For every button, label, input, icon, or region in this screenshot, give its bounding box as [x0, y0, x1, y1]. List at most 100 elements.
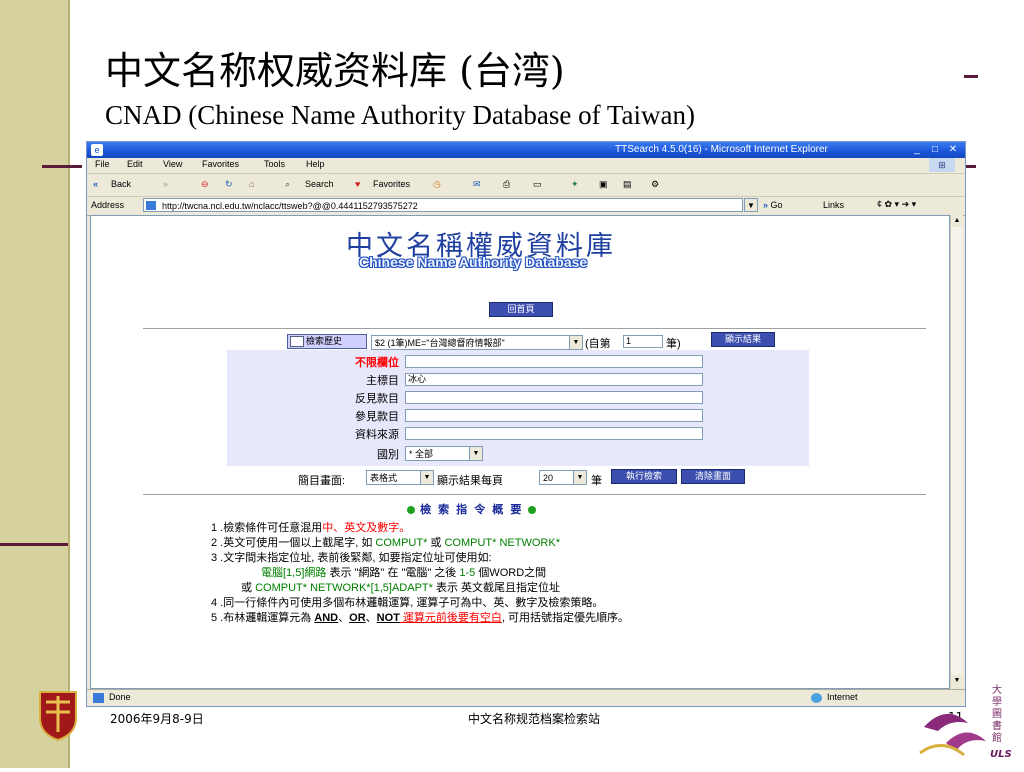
accent-line-bottom: [0, 543, 68, 546]
accent-line-top-right: [964, 75, 978, 78]
from-label: (自第: [585, 338, 611, 350]
history-select[interactable]: $2 (1筆)ME="台灣總督府情報部" ▼: [371, 335, 583, 350]
show-results-button[interactable]: 顯示結果: [711, 332, 775, 347]
go-label: Go: [770, 200, 783, 210]
per-page-select[interactable]: 20 ▼: [539, 470, 587, 485]
back-icon[interactable]: «: [93, 179, 98, 189]
slide-sidebar: [0, 0, 68, 768]
accent-line-top: [42, 165, 82, 168]
go-button[interactable]: » Go: [763, 200, 783, 210]
maximize-icon[interactable]: □: [927, 143, 943, 157]
library-logo-mark: ULS: [990, 749, 1012, 760]
guide-line-5: 或 COMPUT* NETWORK*[1,5]ADAPT* 表示 英文截尾且指定…: [241, 579, 560, 595]
library-logo: 大學圖書館 ULS: [916, 683, 1024, 768]
menu-edit[interactable]: Edit: [127, 159, 143, 169]
guide-l6: 4 .同一行條件內可使用多個布林邏輯運算, 運算子可為中、英、數字及檢索策略。: [211, 597, 604, 609]
menu-file[interactable]: File: [95, 159, 110, 169]
research-icon[interactable]: ▣: [599, 179, 608, 190]
toolbar: « Back » ⊖ ↻ ⌂ ⌕ Search ♥ Favorites ◷ ✉ …: [87, 174, 965, 197]
field-input-source[interactable]: [405, 427, 703, 440]
guide-l7-b: 運算元前後要有空白: [399, 612, 502, 624]
forward-icon[interactable]: »: [163, 179, 168, 189]
guide-title-text: 檢 索 指 令 概 要: [420, 504, 524, 516]
slide-sidebar-rule: [68, 0, 70, 768]
field-input-see[interactable]: [405, 391, 703, 404]
refresh-icon[interactable]: ↻: [225, 179, 233, 190]
messenger-icon[interactable]: ▤: [623, 179, 632, 190]
divider-top: [143, 328, 926, 329]
field-label-see: 反見款目: [355, 393, 399, 405]
close-icon[interactable]: ✕: [945, 143, 961, 157]
home-page-button[interactable]: 回首頁: [489, 302, 553, 317]
windows-logo-icon: ⊞: [929, 158, 955, 172]
guide-l4-a: 電腦[1,5]網路: [261, 567, 327, 579]
home-icon[interactable]: ⌂: [249, 179, 254, 189]
minimize-icon[interactable]: _: [909, 143, 925, 157]
divider-bottom: [143, 494, 926, 495]
back-button[interactable]: Back: [111, 179, 131, 189]
search-button[interactable]: Search: [305, 179, 334, 189]
history-button-label: 檢索歷史: [306, 336, 343, 346]
guide-line-2: 2 .英文可使用一個以上截尾字, 如 COMPUT* 或 COMPUT* NET…: [211, 534, 560, 550]
execute-search-button[interactable]: 執行檢索: [611, 469, 677, 484]
guide-l2-c: 或: [427, 537, 445, 549]
field-label-source: 資料來源: [355, 429, 399, 441]
go-arrow-icon: »: [763, 200, 769, 210]
favorites-button[interactable]: Favorites: [373, 179, 410, 189]
mail-icon[interactable]: ✉: [473, 179, 481, 190]
print-icon[interactable]: ⎙: [503, 179, 510, 190]
search-icon[interactable]: ⌕: [285, 179, 290, 190]
chevron-down-icon: ▼: [420, 471, 433, 484]
page-done-icon: [93, 693, 104, 703]
guide-line-3: 3 .文字間未指定位址, 表前後緊鄰, 如要指定位址可使用如:: [211, 549, 492, 565]
search-form-panel: 不限欄位 主標目 冰心 反見款目 參見款目 資料來源 國別 * 全部 ▼: [227, 350, 809, 466]
guide-line-1: 1 .檢索條件可任意混用中、英文及數字。: [211, 519, 410, 535]
footer-center: 中文名称规范档案检索站: [468, 712, 601, 726]
guide-l7-a: 5 .布林邏輯運算元為: [211, 612, 315, 624]
stop-icon[interactable]: ⊖: [201, 179, 209, 190]
edit-icon[interactable]: ▭: [533, 179, 542, 190]
bullet-right-icon: [528, 506, 537, 515]
menu-tools[interactable]: Tools: [264, 159, 285, 169]
history-icon[interactable]: ◷: [433, 179, 441, 190]
per-page-value: 20: [543, 473, 554, 483]
menu-view[interactable]: View: [163, 159, 182, 169]
clear-screen-button[interactable]: 清除畫面: [681, 469, 745, 484]
menu-help[interactable]: Help: [306, 159, 325, 169]
guide-l2-b: COMPUT*: [375, 537, 428, 549]
address-input[interactable]: http://twcna.ncl.edu.tw/nclacc/ttsweb?@@…: [143, 198, 743, 212]
university-crest-logo: [36, 688, 80, 742]
brief-select[interactable]: 表格式 ▼: [366, 470, 434, 485]
links-button[interactable]: Links: [823, 200, 844, 210]
address-label: Address: [91, 200, 125, 210]
guide-line-4: 電腦[1,5]網路 表示 "網路" 在 "電腦" 之後 1-5 個WORD之間: [261, 564, 546, 580]
menu-favorites[interactable]: Favorites: [202, 159, 239, 169]
favorites-icon[interactable]: ♥: [355, 179, 360, 189]
guide-l7-c: , 可用括號指定優先順序。: [501, 612, 630, 624]
brief-label: 簡目畫面:: [298, 475, 346, 487]
internet-zone-icon: [811, 693, 822, 703]
field-input-see-also[interactable]: [405, 409, 703, 422]
discuss-icon[interactable]: ✦: [571, 179, 579, 190]
guide-l3: 3 .文字間未指定位址, 表前後緊鄰, 如要指定位址可使用如:: [211, 552, 492, 564]
guide-l5-a: 或: [241, 582, 256, 594]
zone-text: Internet: [827, 692, 858, 702]
field-input-any[interactable]: [405, 355, 703, 368]
address-bar: Address http://twcna.ncl.edu.tw/nclacc/t…: [87, 197, 965, 216]
from-input[interactable]: 1: [623, 335, 663, 348]
country-select[interactable]: * 全部 ▼: [405, 446, 483, 461]
status-bar: Done Internet: [87, 689, 965, 706]
scroll-up-icon[interactable]: ▲: [951, 215, 963, 227]
toolbar-extras-icon[interactable]: ¢ ✿ ▾ ➔ ▾: [877, 199, 916, 210]
vertical-scrollbar[interactable]: ▲ ▼: [950, 215, 963, 687]
tools-icon[interactable]: ⚙: [651, 179, 659, 190]
count-suffix: 筆): [666, 338, 681, 350]
field-input-heading[interactable]: 冰心: [405, 373, 703, 386]
status-text: Done: [109, 692, 131, 702]
guide-title: 檢 索 指 令 概 要: [407, 501, 537, 517]
address-dropdown[interactable]: ▼: [744, 198, 758, 212]
history-button[interactable]: 檢索歷史: [287, 334, 367, 349]
guide-l1-a: 1 .檢索條件可任意混用: [211, 522, 323, 534]
browser-title-bar: e TTSearch 4.5.0(16) - Microsoft Interne…: [87, 142, 965, 158]
guide-line-7: 5 .布林邏輯運算元為 AND、OR、NOT 運算元前後要有空白, 可用括號指定…: [211, 609, 629, 625]
